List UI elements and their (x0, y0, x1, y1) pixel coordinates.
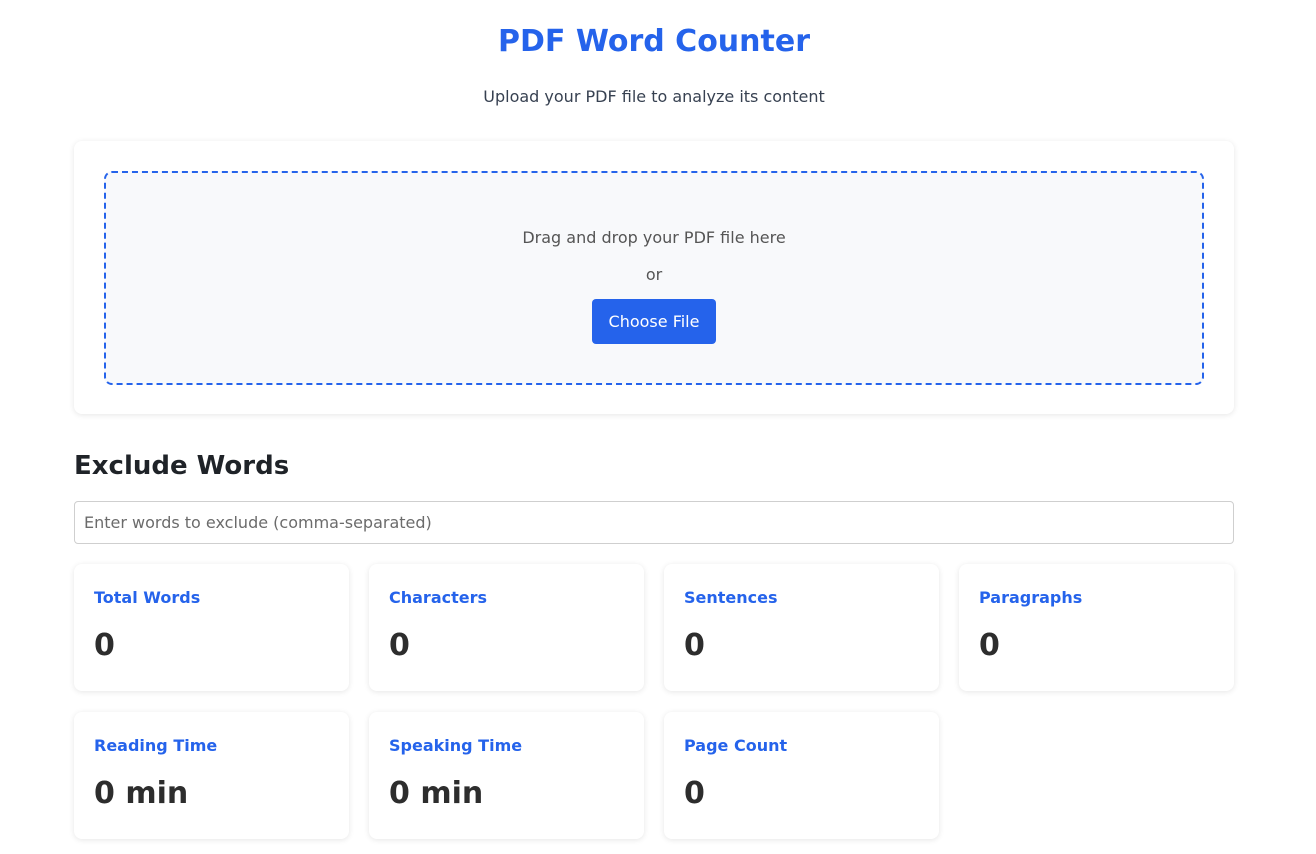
stat-label: Page Count (684, 736, 788, 755)
stat-card-characters: Characters 0 (369, 564, 644, 691)
upload-card: Drag and drop your PDF file here or Choo… (74, 141, 1234, 414)
drop-instructions: Drag and drop your PDF file here (522, 228, 786, 247)
stat-value: 0 (94, 628, 115, 663)
stat-card-page-count: Page Count 0 (664, 712, 939, 839)
stat-card-total-words: Total Words 0 (74, 564, 349, 691)
stat-card-sentences: Sentences 0 (664, 564, 939, 691)
stat-label: Sentences (684, 588, 778, 607)
stat-value: 0 (389, 628, 410, 663)
exclude-words-input[interactable] (74, 501, 1234, 544)
page-title: PDF Word Counter (498, 24, 810, 59)
pdf-dropzone[interactable]: Drag and drop your PDF file here or Choo… (104, 171, 1204, 385)
stat-label: Reading Time (94, 736, 218, 755)
stat-card-speaking-time: Speaking Time 0 min (369, 712, 644, 839)
stat-card-paragraphs: Paragraphs 0 (959, 564, 1234, 691)
stat-value: 0 (979, 628, 1000, 663)
stat-card-reading-time: Reading Time 0 min (74, 712, 349, 839)
stat-label: Total Words (94, 588, 201, 607)
stat-value: 0 min (389, 776, 484, 811)
page: PDF Word Counter Upload your PDF file to… (0, 0, 1316, 854)
stat-label: Speaking Time (389, 736, 523, 755)
page-subtitle: Upload your PDF file to analyze its cont… (483, 87, 825, 106)
stat-value: 0 (684, 776, 705, 811)
stat-label: Characters (389, 588, 488, 607)
exclude-words-heading: Exclude Words (74, 451, 290, 481)
stat-value: 0 min (94, 776, 189, 811)
stat-value: 0 (684, 628, 705, 663)
choose-file-button[interactable]: Choose File (592, 299, 716, 344)
or-separator: or (645, 265, 663, 284)
stat-label: Paragraphs (979, 588, 1083, 607)
